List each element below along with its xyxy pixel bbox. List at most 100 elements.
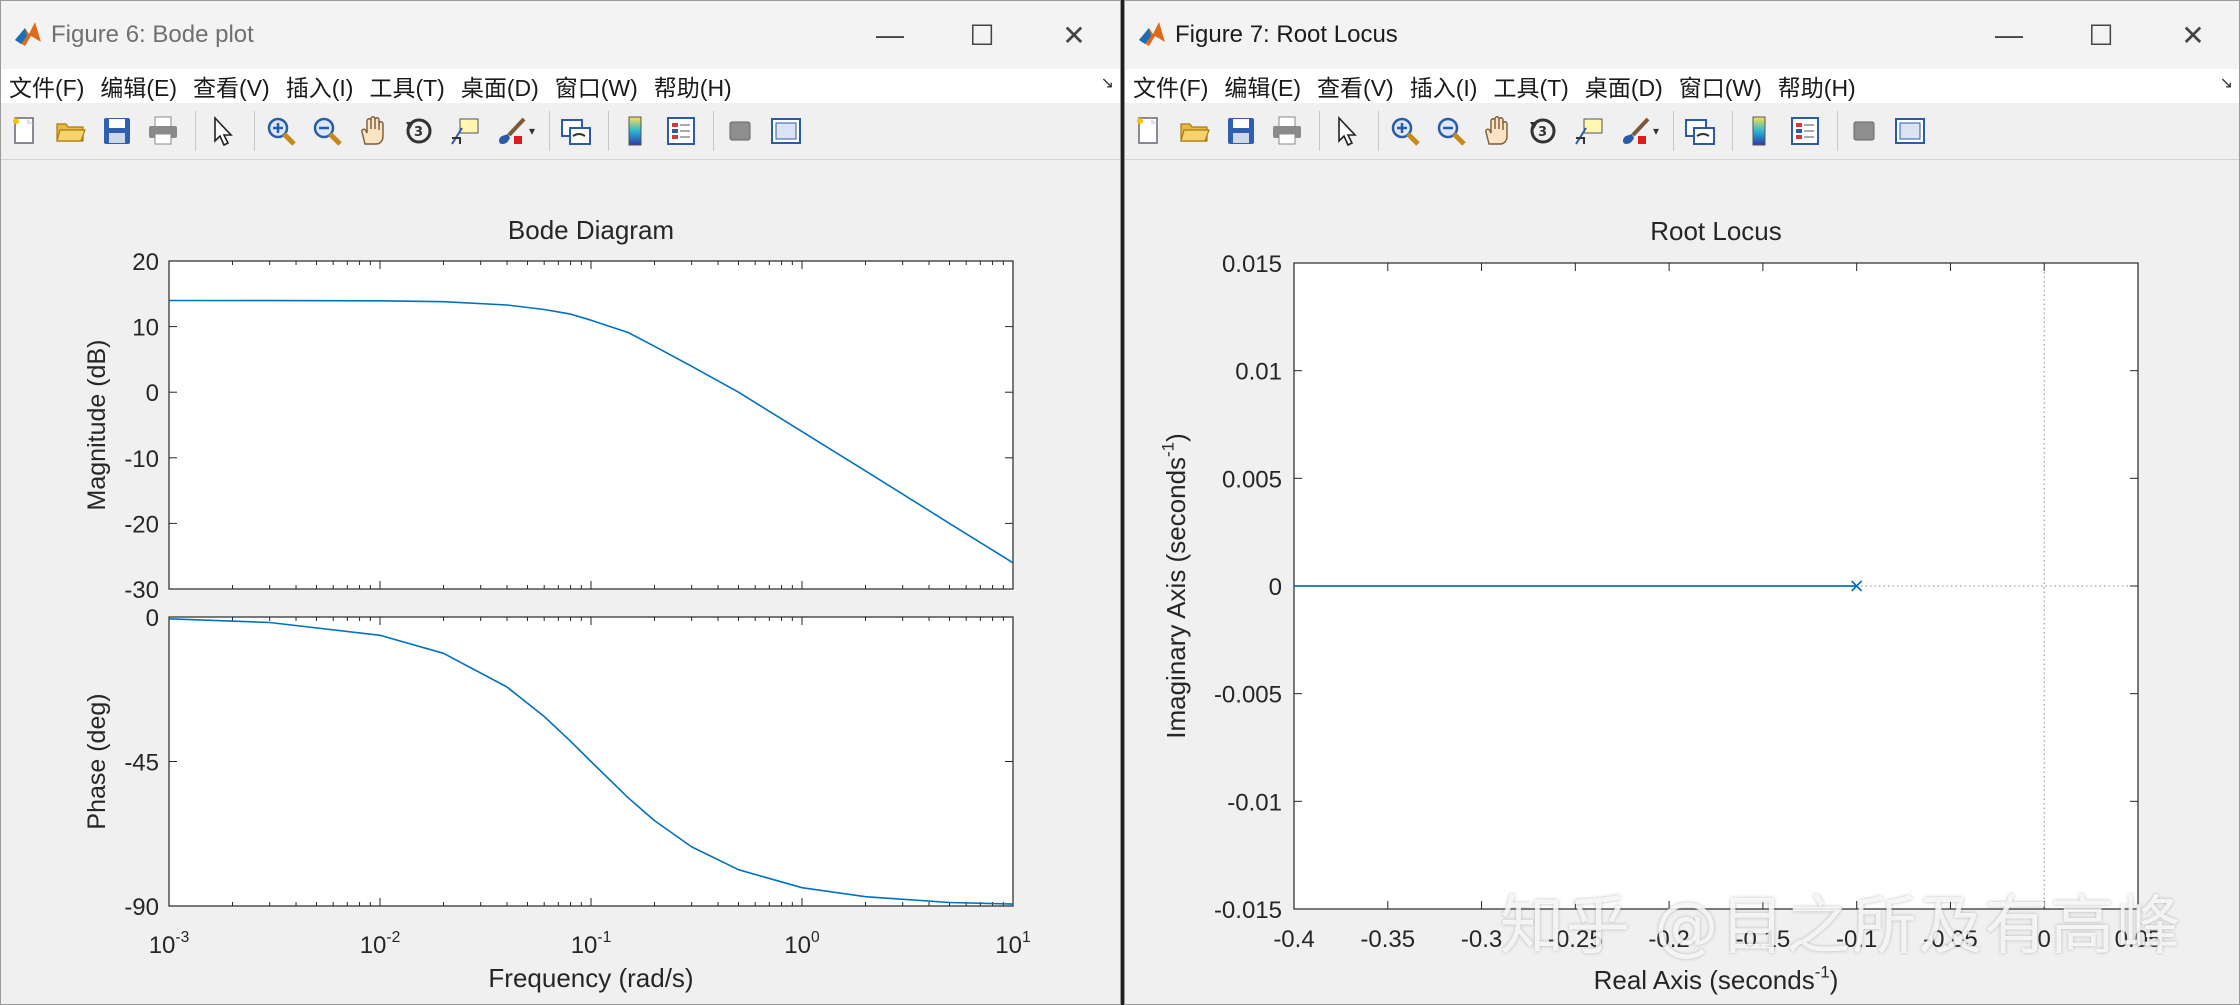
rotate-3d-icon: 3 bbox=[406, 118, 432, 144]
matlab-logo-icon bbox=[1139, 22, 1165, 46]
minimize-icon: — bbox=[876, 19, 904, 50]
close-button[interactable]: ✕ bbox=[2147, 1, 2239, 69]
rotate-3d-button[interactable]: 3 bbox=[1523, 109, 1563, 153]
svg-text:3: 3 bbox=[1538, 125, 1547, 140]
open-file-icon bbox=[56, 123, 86, 142]
zoom-in-button[interactable] bbox=[261, 109, 301, 153]
menu-edit[interactable]: 编辑(E) bbox=[100, 69, 177, 103]
hide-plot-tools-button[interactable] bbox=[1844, 109, 1884, 153]
show-plot-tools-button[interactable] bbox=[1890, 109, 1930, 153]
close-icon: ✕ bbox=[2181, 19, 2205, 51]
maximize-button[interactable]: ☐ bbox=[936, 1, 1028, 69]
maximize-button[interactable]: ☐ bbox=[2055, 1, 2147, 69]
menu-window[interactable]: 窗口(W) bbox=[1679, 69, 1762, 103]
menu-file[interactable]: 文件(F) bbox=[1133, 69, 1208, 103]
toolbar-separator bbox=[1378, 111, 1379, 151]
hide-plot-tools-button[interactable] bbox=[720, 109, 760, 153]
toolbar-toggle-arrow-icon[interactable]: ↘ bbox=[1101, 73, 1114, 93]
title-bar[interactable]: Figure 7: Root Locus — ☐ ✕ bbox=[1125, 1, 2239, 69]
y-tick-label: -0.01 bbox=[1227, 789, 1282, 816]
brush-button[interactable] bbox=[1615, 109, 1655, 153]
toolbar-separator bbox=[713, 111, 715, 151]
open-file-button[interactable] bbox=[1175, 109, 1215, 153]
menu-view[interactable]: 查看(V) bbox=[193, 69, 270, 103]
rotate-3d-button[interactable]: 3 bbox=[399, 109, 439, 153]
menu-help[interactable]: 帮助(H) bbox=[1778, 69, 1856, 103]
brush-dropdown-icon[interactable]: ▾ bbox=[1653, 124, 1659, 138]
menu-bar: 文件(F) 编辑(E) 查看(V) 插入(I) 工具(T) 桌面(D) 窗口(W… bbox=[1125, 69, 2239, 103]
zoom-out-icon bbox=[313, 117, 342, 146]
colorbar-button[interactable] bbox=[1739, 109, 1779, 153]
menu-tools[interactable]: 工具(T) bbox=[369, 69, 444, 103]
figure-toolbar: 3 ▾ bbox=[1125, 103, 2239, 160]
zoom-out-button[interactable] bbox=[1431, 109, 1471, 153]
menu-insert[interactable]: 插入(I) bbox=[1410, 69, 1478, 103]
legend-icon bbox=[667, 117, 696, 145]
save-button[interactable] bbox=[1221, 109, 1261, 153]
phase-ylabel: Phase (deg) bbox=[83, 693, 111, 829]
show-plot-tools-button[interactable] bbox=[766, 109, 806, 153]
menu-view[interactable]: 查看(V) bbox=[1317, 69, 1394, 103]
colorbar-icon bbox=[628, 116, 642, 146]
pan-hand-button[interactable] bbox=[353, 109, 393, 153]
legend-button[interactable] bbox=[1785, 109, 1825, 153]
menu-window[interactable]: 窗口(W) bbox=[555, 69, 638, 103]
pointer-button[interactable] bbox=[1326, 109, 1366, 153]
data-cursor-button[interactable] bbox=[445, 109, 485, 153]
menu-file[interactable]: 文件(F) bbox=[9, 69, 84, 103]
close-button[interactable]: ✕ bbox=[1028, 1, 1120, 69]
pan-hand-button[interactable] bbox=[1477, 109, 1517, 153]
data-cursor-icon bbox=[1575, 118, 1603, 145]
zoom-in-button[interactable] bbox=[1385, 109, 1425, 153]
toolbar-separator bbox=[608, 111, 610, 151]
new-figure-button[interactable] bbox=[5, 109, 45, 153]
root-locus-figure-window: Figure 7: Root Locus — ☐ ✕ 文件(F) 编辑(E) 查… bbox=[1124, 0, 2240, 1005]
zoom-out-button[interactable] bbox=[307, 109, 347, 153]
new-figure-button[interactable] bbox=[1129, 109, 1169, 153]
menu-help[interactable]: 帮助(H) bbox=[654, 69, 732, 103]
print-button[interactable] bbox=[143, 109, 183, 153]
legend-button[interactable] bbox=[661, 109, 701, 153]
brush-icon bbox=[499, 117, 526, 144]
bode-diagram[interactable]: Bode Diagram20100-10-20-30Magnitude (dB)… bbox=[1, 160, 1120, 1004]
link-plot-icon bbox=[1685, 119, 1716, 145]
link-plot-button[interactable] bbox=[556, 109, 596, 153]
title-bar[interactable]: Figure 6: Bode plot — ☐ ✕ bbox=[1, 1, 1120, 69]
y-tick-label: -20 bbox=[124, 511, 159, 538]
brush-dropdown-icon[interactable]: ▾ bbox=[529, 124, 535, 138]
pan-hand-icon bbox=[361, 116, 384, 145]
link-plot-button[interactable] bbox=[1680, 109, 1720, 153]
data-cursor-button[interactable] bbox=[1569, 109, 1609, 153]
toolbar-separator bbox=[1673, 111, 1675, 151]
minimize-button[interactable]: — bbox=[1963, 1, 2055, 69]
chart-title: Root Locus bbox=[1650, 216, 1782, 246]
rotate-3d-icon: 3 bbox=[1530, 118, 1556, 144]
zoom-in-icon bbox=[1391, 117, 1420, 146]
toolbar-toggle-arrow-icon[interactable]: ↘ bbox=[2220, 73, 2233, 93]
menu-desktop[interactable]: 桌面(D) bbox=[1585, 69, 1663, 103]
legend-icon bbox=[1791, 117, 1820, 145]
y-tick-label: -10 bbox=[124, 446, 159, 473]
y-tick-label: -0.005 bbox=[1214, 682, 1282, 709]
brush-button[interactable] bbox=[491, 109, 531, 153]
hide-plot-tools-icon bbox=[1853, 121, 1875, 141]
minimize-button[interactable]: — bbox=[844, 1, 936, 69]
magnitude-ylabel: Magnitude (dB) bbox=[83, 340, 111, 511]
menu-insert[interactable]: 插入(I) bbox=[286, 69, 354, 103]
pointer-button[interactable] bbox=[202, 109, 242, 153]
save-button[interactable] bbox=[97, 109, 137, 153]
y-axis-label: Imaginary Axis (seconds-1) bbox=[1158, 433, 1191, 739]
y-tick-label: 0 bbox=[146, 605, 159, 632]
y-tick-label: 20 bbox=[132, 249, 159, 276]
menu-tools[interactable]: 工具(T) bbox=[1493, 69, 1568, 103]
colorbar-button[interactable] bbox=[615, 109, 655, 153]
toolbar-separator bbox=[1732, 111, 1734, 151]
menu-edit[interactable]: 编辑(E) bbox=[1224, 69, 1301, 103]
x-tick-label: 10-3 bbox=[149, 929, 190, 959]
save-icon bbox=[104, 118, 130, 144]
menu-desktop[interactable]: 桌面(D) bbox=[461, 69, 539, 103]
zoom-out-icon bbox=[1437, 117, 1466, 146]
print-button[interactable] bbox=[1267, 109, 1307, 153]
y-tick-label: -90 bbox=[124, 894, 159, 921]
open-file-button[interactable] bbox=[51, 109, 91, 153]
